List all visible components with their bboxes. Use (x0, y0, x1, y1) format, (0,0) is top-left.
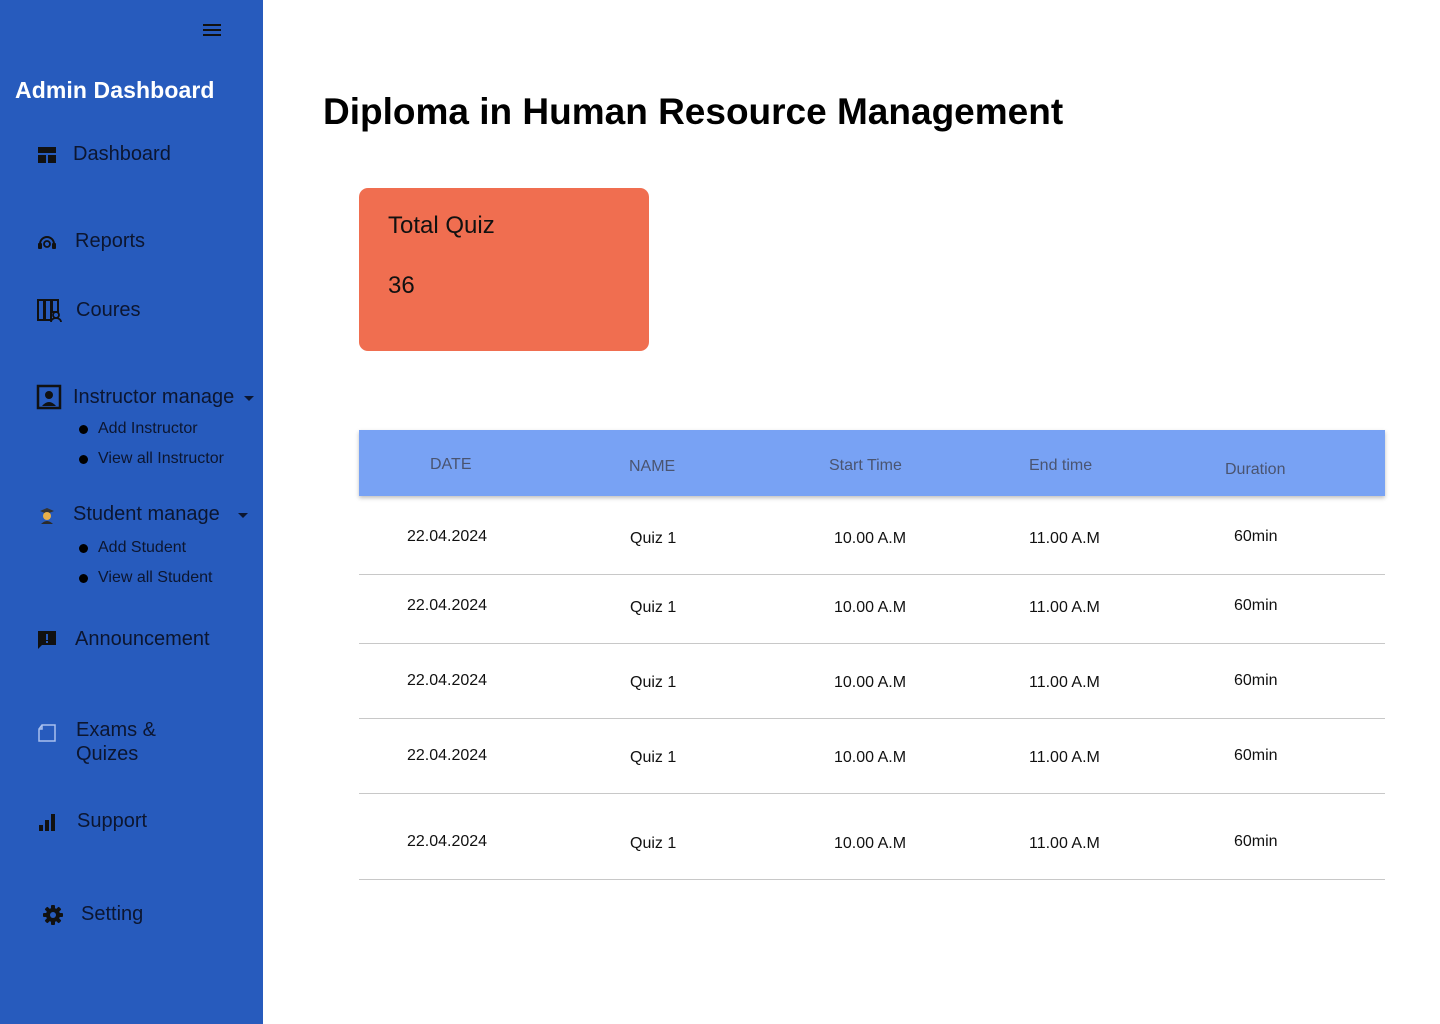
cell-name: Quiz 1 (630, 674, 677, 691)
cell-start-time: 10.00 A.M (834, 835, 907, 852)
sidebar-item-student-manage[interactable]: Student manage (36, 503, 248, 526)
exams-label-group: Exams & Quizes (76, 718, 156, 766)
bullet-icon (79, 543, 88, 553)
dashboard-icon (36, 144, 58, 166)
stat-value: 36 (388, 272, 415, 299)
sidebar-item-support[interactable]: Support (36, 810, 147, 833)
exams-icon (36, 722, 58, 744)
cell-date: 22.04.2024 (407, 528, 488, 545)
bullet-icon (79, 454, 88, 464)
cell-start-time: 10.00 A.M (834, 674, 907, 691)
instructor-icon (36, 384, 62, 410)
cell-start-time: 10.00 A.M (834, 530, 907, 547)
sidebar-item-label: Announcement (75, 628, 210, 650)
column-header-name[interactable]: NAME (629, 458, 675, 476)
stat-label: Total Quiz (388, 212, 495, 239)
table-row[interactable]: 22.04.2024 Quiz 1 10.00 A.M 11.00 A.M 60… (359, 496, 1385, 575)
cell-end-time: 11.00 A.M (1029, 599, 1100, 616)
hamburger-menu-icon[interactable] (203, 22, 223, 38)
page-title: Diploma in Human Resource Management (323, 91, 1064, 132)
sidebar-subitem-view-all-student[interactable]: View all Student (79, 569, 212, 587)
total-quiz-card: Total Quiz 36 (359, 188, 649, 351)
settings-gear-icon (42, 904, 64, 926)
sidebar-subitem-add-instructor[interactable]: Add Instructor (79, 420, 198, 438)
chevron-down-icon[interactable] (237, 513, 248, 518)
cell-duration: 60min (1234, 747, 1278, 764)
cell-duration: 60min (1234, 528, 1278, 545)
cell-name: Quiz 1 (630, 835, 677, 852)
cell-name: Quiz 1 (630, 599, 677, 616)
sidebar-item-label: Dashboard (73, 143, 171, 165)
table-row[interactable]: 22.04.2024 Quiz 1 10.00 A.M 11.00 A.M 60… (359, 719, 1385, 794)
cell-date: 22.04.2024 (407, 597, 488, 614)
cell-date: 22.04.2024 (407, 672, 488, 689)
reports-icon (36, 231, 58, 253)
sidebar-subitem-view-all-instructor[interactable]: View all Instructor (79, 450, 224, 468)
sidebar-item-label: Instructor manage (73, 385, 235, 408)
column-header-date[interactable]: DATE (430, 456, 471, 474)
cell-name: Quiz 1 (630, 749, 677, 766)
cell-name: Quiz 1 (630, 530, 677, 547)
cell-start-time: 10.00 A.M (834, 749, 907, 766)
column-header-end-time[interactable]: End time (1029, 457, 1092, 475)
sidebar-item-instructor-manage[interactable]: Instructor manage (36, 384, 255, 410)
column-header-start-time[interactable]: Start Time (829, 457, 902, 475)
sidebar-item-reports[interactable]: Reports (36, 230, 145, 253)
sidebar-item-label: Exams & (76, 719, 157, 741)
sub-item-label: View all Student (98, 569, 213, 586)
cell-start-time: 10.00 A.M (834, 599, 907, 616)
sidebar-item-label: Reports (75, 230, 146, 252)
sidebar-item-setting[interactable]: Setting (42, 903, 143, 926)
sidebar-item-label: Coures (76, 298, 141, 321)
cell-date: 22.04.2024 (407, 747, 488, 764)
support-icon (36, 811, 58, 833)
announcement-icon (36, 629, 58, 651)
cell-end-time: 11.00 A.M (1029, 674, 1100, 691)
table-header: DATE NAME Start Time End time Duration (359, 430, 1385, 496)
table-row[interactable]: 22.04.2024 Quiz 1 10.00 A.M 11.00 A.M 60… (359, 575, 1385, 644)
sub-item-label: Add Student (98, 539, 187, 556)
courses-icon (36, 296, 62, 324)
table-row[interactable]: 22.04.2024 Quiz 1 10.00 A.M 11.00 A.M 60… (359, 644, 1385, 719)
sidebar-item-label: Support (77, 810, 148, 832)
sub-item-label: View all Instructor (98, 450, 224, 467)
sidebar: Admin Dashboard Dashboard Reports Coures… (0, 0, 263, 1024)
sub-item-label: Add Instructor (98, 420, 198, 437)
cell-end-time: 11.00 A.M (1029, 835, 1100, 852)
cell-duration: 60min (1234, 597, 1278, 614)
sidebar-item-courses[interactable]: Coures (36, 296, 140, 324)
bullet-icon (79, 573, 88, 583)
table-row[interactable]: 22.04.2024 Quiz 1 10.00 A.M 11.00 A.M 60… (359, 794, 1385, 880)
sidebar-subitem-add-student[interactable]: Add Student (79, 539, 186, 557)
cell-duration: 60min (1234, 672, 1278, 689)
cell-end-time: 11.00 A.M (1029, 749, 1100, 766)
bullet-icon (79, 424, 88, 434)
student-icon (36, 504, 58, 526)
sidebar-item-label: Student manage (73, 503, 220, 525)
sidebar-item-label: Quizes (76, 743, 139, 765)
column-header-duration[interactable]: Duration (1225, 461, 1285, 479)
cell-date: 22.04.2024 (407, 833, 488, 850)
sidebar-item-label: Setting (81, 903, 144, 925)
sidebar-item-announcement[interactable]: Announcement (36, 628, 210, 651)
chevron-down-icon[interactable] (244, 395, 255, 401)
cell-end-time: 11.00 A.M (1029, 530, 1100, 547)
sidebar-item-dashboard[interactable]: Dashboard (36, 143, 171, 166)
app-title: Admin Dashboard (15, 77, 215, 103)
cell-duration: 60min (1234, 833, 1278, 850)
sidebar-item-exams-quizes[interactable]: Exams & Quizes (36, 718, 156, 766)
